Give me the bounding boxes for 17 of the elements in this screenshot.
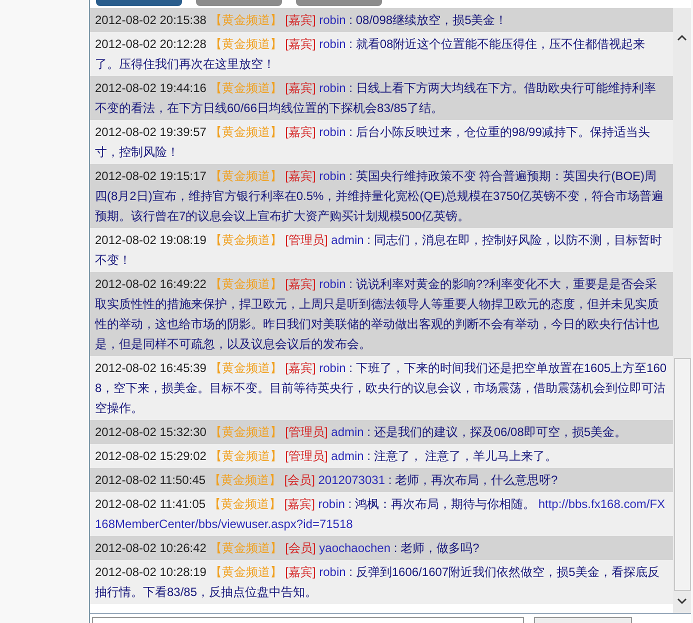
chat-message: 2012-08-02 15:32:30 【黄金频道】 [管理员] admin : 还是我们的建议，探及06/08即可空，损5美金。 xyxy=(95,424,628,441)
chat-message: 2012-08-02 16:49:22 【黄金频道】 [嘉宾] robin : 说说利率对黄金的影响??利率变化不大，重要是是否会采取实质性性的措施来保护，捍卫欧元，上周只是听到德法领导人等重要人物捍卫欧元的态度，但并未见实质性的举动，这也给市场的阴影。昨日我们对美联储的举动做出客观的判断不会有举动，今日的欧央行估计也是，但是同样不可疏忽，以及议息会议后的发布会。 xyxy=(95,276,660,353)
scrollbar[interactable] xyxy=(673,8,691,613)
scroll-thumb[interactable] xyxy=(674,358,690,591)
chat-message: 2012-08-02 19:15:17 【黄金频道】 [嘉宾] robin : 英国央行维持政策不变 符合普遍预期：英国央行(BOE)周四(8月2日)宣布，维持官方银行利率在0.5%，并维持量化宽松(QE)总规模在3750亿英镑不变，符合市场普遍预期。该行曾在7的议息会议上宣布扩大资产购买计划规模500亿英镑。 xyxy=(95,168,665,225)
chat-message: 2012-08-02 19:08:19 【黄金频道】 [管理员] admin : 同志们，消息在即，控制好风险，以防不测，目标暂时不变！ xyxy=(95,232,663,269)
chat-message: 2012-08-02 10:28:19 【黄金频道】 [嘉宾] robin : 反弹到1606/1607附近我们依然做空，损5美金，看探底反抽行情。下看83/85，反抽点位盘中告知。 xyxy=(95,564,660,601)
scroll-down-icon[interactable] xyxy=(677,597,687,605)
chat-message: 2012-08-02 11:50:45 【黄金频道】 [会员] 2012073031 : 老师，再次布局，什么意思呀? xyxy=(95,472,559,489)
scroll-up-icon[interactable] xyxy=(677,34,687,42)
chat-message: 2012-08-02 19:44:16 【黄金频道】 [嘉宾] robin : 日线上看下方两大均线在下方。借助欧央行可能维持利率不变的看法，在下方日线60/66日均线位置的下探机会83/85了结。 xyxy=(95,80,657,117)
chat-message: 2012-08-02 16:45:39 【黄金频道】 [嘉宾] robin : 下班了，下来的时间我们还是把空单放置在1605上方至1608，空下来，损美金。目标不变。目前等待英央行，欧央行的议息会议，市场震荡，借助震荡机会到位即可沽空操作。 xyxy=(95,360,667,417)
chat-message: 2012-08-02 19:39:57 【黄金频道】 [嘉宾] robin : 后台小陈反映过来，仓位重的98/99减持下。保持适当头寸，控制风险！ xyxy=(95,124,651,161)
chat-message: 2012-08-02 20:12:28 【黄金频道】 [嘉宾] robin : 就看08附近这个位置能不能压得住，压不住都借视起来了。压得住我们再次在这里放空！ xyxy=(95,36,646,73)
chat-message: 2012-08-02 20:15:38 【黄金频道】 [嘉宾] robin : 08/098继续放空，损5美金！ xyxy=(95,12,508,29)
chat-message: 2012-08-02 10:26:42 【黄金频道】 [会员] yaochaochen : 老师，做多吗? xyxy=(95,540,480,557)
chat-message: 2012-08-02 15:29:02 【黄金频道】 [管理员] admin : 注意了， 注意了，羊儿马上来了。 xyxy=(95,448,558,465)
